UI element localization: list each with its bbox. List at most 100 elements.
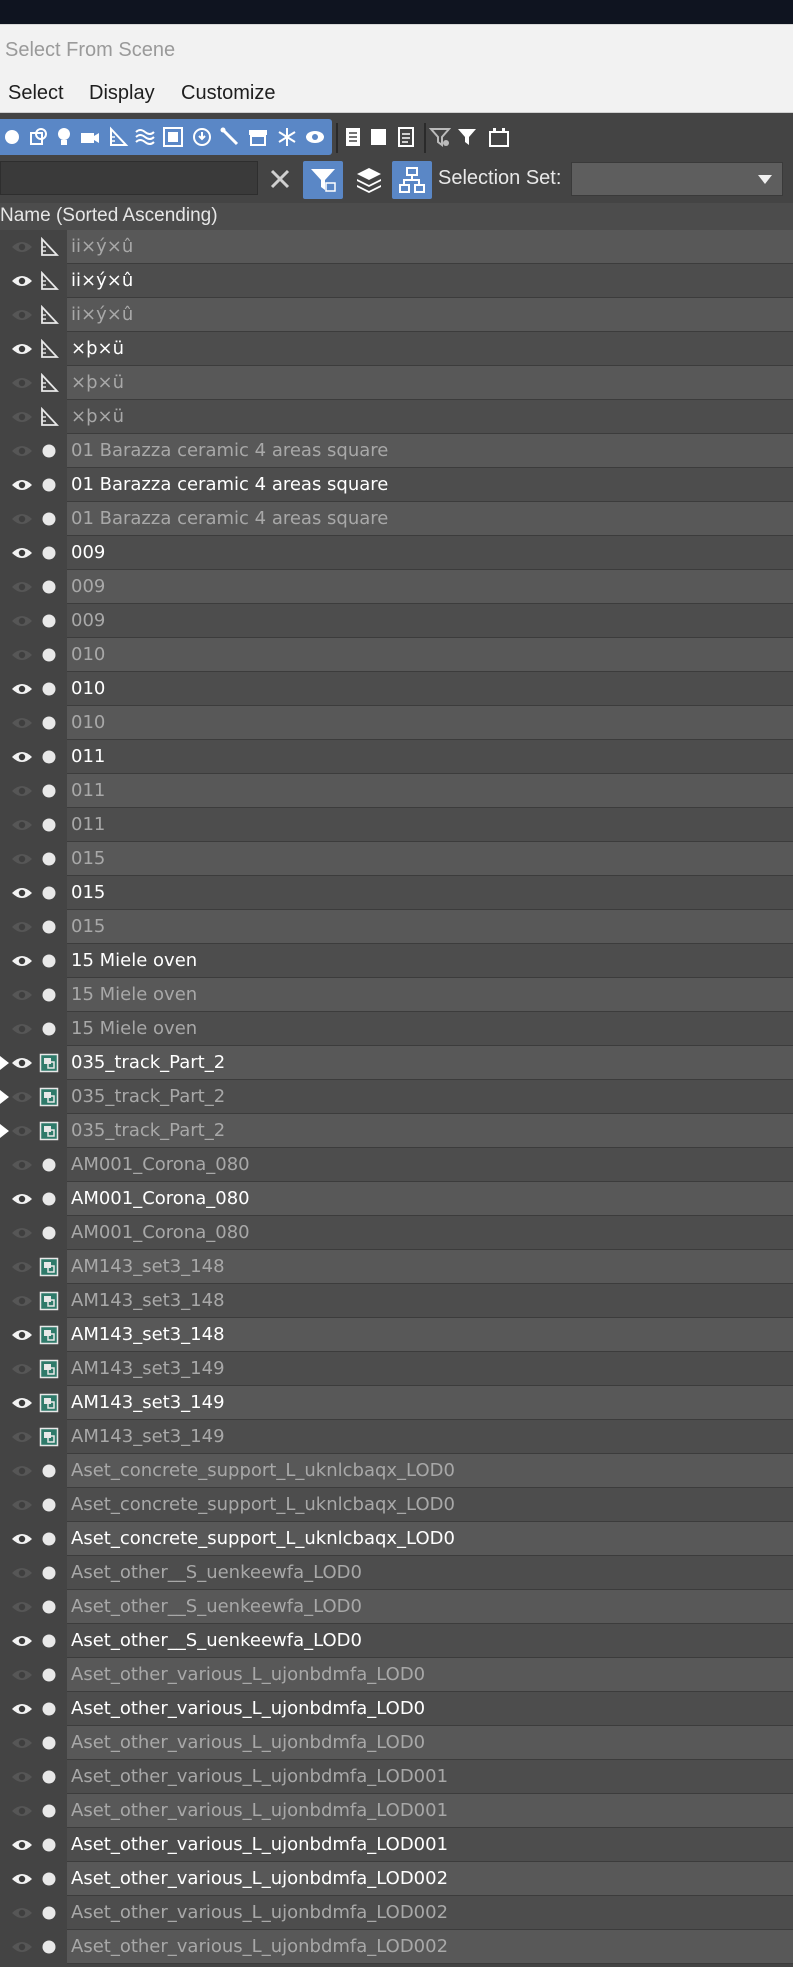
row-name-cell[interactable]: 010 (67, 638, 793, 672)
menu-select[interactable]: Select (8, 82, 64, 105)
list-item[interactable]: 01 Barazza ceramic 4 areas square (0, 434, 793, 468)
row-name-cell[interactable]: 01 Barazza ceramic 4 areas square (67, 468, 793, 502)
list-item[interactable]: 011 (0, 774, 793, 808)
row-name-cell[interactable]: 015 (67, 876, 793, 910)
list-item[interactable]: 15 Miele oven (0, 1012, 793, 1046)
list-item[interactable]: Aset_other__S_uenkeewfa_LOD0 (0, 1590, 793, 1624)
list-item[interactable]: Aset_other_various_L_ujonbdmfa_LOD0 (0, 1692, 793, 1726)
eye-hidden-icon[interactable] (11, 511, 33, 527)
list-item[interactable]: 009 (0, 536, 793, 570)
eye-hidden-icon[interactable] (11, 715, 33, 731)
eye-hidden-icon[interactable] (11, 1225, 33, 1241)
row-name-cell[interactable]: Aset_other_various_L_ujonbdmfa_LOD002 (67, 1930, 793, 1964)
eye-icon[interactable] (11, 545, 33, 561)
row-name-cell[interactable]: AM001_Corona_080 (67, 1148, 793, 1182)
row-name-cell[interactable]: 15 Miele oven (67, 1012, 793, 1046)
eye-icon[interactable] (11, 749, 33, 765)
bone-icon[interactable] (218, 125, 242, 149)
list-item[interactable]: AM143_set3_148 (0, 1318, 793, 1352)
row-name-cell[interactable]: AM001_Corona_080 (67, 1182, 793, 1216)
eye-icon[interactable] (11, 1327, 33, 1343)
list-item[interactable]: Aset_other_various_L_ujonbdmfa_LOD001 (0, 1794, 793, 1828)
eye-icon[interactable] (11, 1633, 33, 1649)
eye-hidden-icon[interactable] (11, 1497, 33, 1513)
group-icon[interactable] (161, 125, 185, 149)
search-input[interactable] (0, 161, 258, 195)
row-name-cell[interactable]: 010 (67, 672, 793, 706)
list-item[interactable]: AM001_Corona_080 (0, 1216, 793, 1250)
list-item[interactable]: 011 (0, 740, 793, 774)
row-name-cell[interactable]: ×þ×ü (67, 400, 793, 434)
list-item[interactable]: Aset_other__S_uenkeewfa_LOD0 (0, 1556, 793, 1590)
list-item[interactable]: Aset_concrete_support_L_uknlcbaqx_LOD0 (0, 1488, 793, 1522)
row-name-cell[interactable]: Aset_other_various_L_ujonbdmfa_LOD001 (67, 1794, 793, 1828)
eye-hidden-icon[interactable] (11, 919, 33, 935)
display-invert-icon[interactable] (394, 125, 418, 149)
layers-toggle-button[interactable] (349, 161, 389, 199)
row-name-cell[interactable]: AM001_Corona_080 (67, 1216, 793, 1250)
list-item[interactable]: 015 (0, 842, 793, 876)
eye-hidden-icon[interactable] (11, 1259, 33, 1275)
row-name-cell[interactable]: ii×ý×û (67, 230, 793, 264)
eye-hidden-icon[interactable] (11, 1293, 33, 1309)
column-header-name[interactable]: Name (Sorted Ascending) (0, 203, 793, 231)
eye-icon[interactable] (11, 1531, 33, 1547)
eye-hidden-icon[interactable] (11, 817, 33, 833)
light-icon[interactable] (52, 125, 76, 149)
list-item[interactable]: ×þ×ü (0, 332, 793, 366)
list-item[interactable]: 035_track_Part_2 (0, 1114, 793, 1148)
eye-hidden-icon[interactable] (11, 1939, 33, 1955)
eye-icon[interactable] (11, 1701, 33, 1717)
hierarchy-toggle-button[interactable] (392, 161, 432, 199)
list-item[interactable]: 15 Miele oven (0, 944, 793, 978)
list-item[interactable]: Aset_other_various_L_ujonbdmfa_LOD002 (0, 1896, 793, 1930)
expand-arrow-icon[interactable] (0, 1056, 9, 1070)
display-all-icon[interactable] (341, 125, 365, 149)
eye-icon[interactable] (11, 885, 33, 901)
list-item[interactable]: AM001_Corona_080 (0, 1182, 793, 1216)
shape-icon[interactable] (26, 125, 50, 149)
eye-hidden-icon[interactable] (11, 239, 33, 255)
eye-icon[interactable] (11, 1395, 33, 1411)
list-item[interactable]: 035_track_Part_2 (0, 1046, 793, 1080)
eye-hidden-icon[interactable] (11, 851, 33, 867)
list-item[interactable]: 010 (0, 672, 793, 706)
list-item[interactable]: 01 Barazza ceramic 4 areas square (0, 502, 793, 536)
list-item[interactable]: AM143_set3_149 (0, 1386, 793, 1420)
row-name-cell[interactable]: 01 Barazza ceramic 4 areas square (67, 434, 793, 468)
list-item[interactable]: 010 (0, 638, 793, 672)
row-name-cell[interactable]: 035_track_Part_2 (67, 1114, 793, 1148)
eye-hidden-icon[interactable] (11, 307, 33, 323)
list-item[interactable]: AM143_set3_149 (0, 1352, 793, 1386)
eye-hidden-icon[interactable] (11, 1905, 33, 1921)
find-case-filter-button[interactable] (303, 161, 343, 199)
eye-hidden-icon[interactable] (11, 1463, 33, 1479)
row-name-cell[interactable]: Aset_other__S_uenkeewfa_LOD0 (67, 1590, 793, 1624)
row-name-cell[interactable]: Aset_other_various_L_ujonbdmfa_LOD0 (67, 1658, 793, 1692)
row-name-cell[interactable]: AM143_set3_149 (67, 1386, 793, 1420)
row-name-cell[interactable]: Aset_other__S_uenkeewfa_LOD0 (67, 1556, 793, 1590)
list-item[interactable]: ii×ý×û (0, 298, 793, 332)
row-name-cell[interactable]: ×þ×ü (67, 332, 793, 366)
eye-icon[interactable] (11, 1871, 33, 1887)
list-item[interactable]: Aset_other_various_L_ujonbdmfa_LOD002 (0, 1862, 793, 1896)
eye-hidden-icon[interactable] (11, 1769, 33, 1785)
list-item[interactable]: AM143_set3_148 (0, 1250, 793, 1284)
row-name-cell[interactable]: AM143_set3_149 (67, 1420, 793, 1454)
clear-search-button[interactable] (264, 163, 296, 195)
eye-hidden-icon[interactable] (11, 647, 33, 663)
selection-set-dropdown[interactable] (571, 162, 783, 196)
eye-hidden-icon[interactable] (11, 1565, 33, 1581)
list-item[interactable]: AM143_set3_149 (0, 1420, 793, 1454)
menu-display[interactable]: Display (89, 82, 155, 105)
frozen-icon[interactable] (275, 125, 299, 149)
eye-hidden-icon[interactable] (11, 1735, 33, 1751)
row-name-cell[interactable]: 015 (67, 842, 793, 876)
eye-icon[interactable] (11, 1191, 33, 1207)
eye-hidden-icon[interactable] (11, 1157, 33, 1173)
container-icon[interactable] (246, 125, 270, 149)
list-item[interactable]: ii×ý×û (0, 264, 793, 298)
eye-icon[interactable] (11, 1837, 33, 1853)
eye-hidden-icon[interactable] (11, 375, 33, 391)
list-item[interactable]: Aset_other_various_L_ujonbdmfa_LOD002 (0, 1930, 793, 1964)
